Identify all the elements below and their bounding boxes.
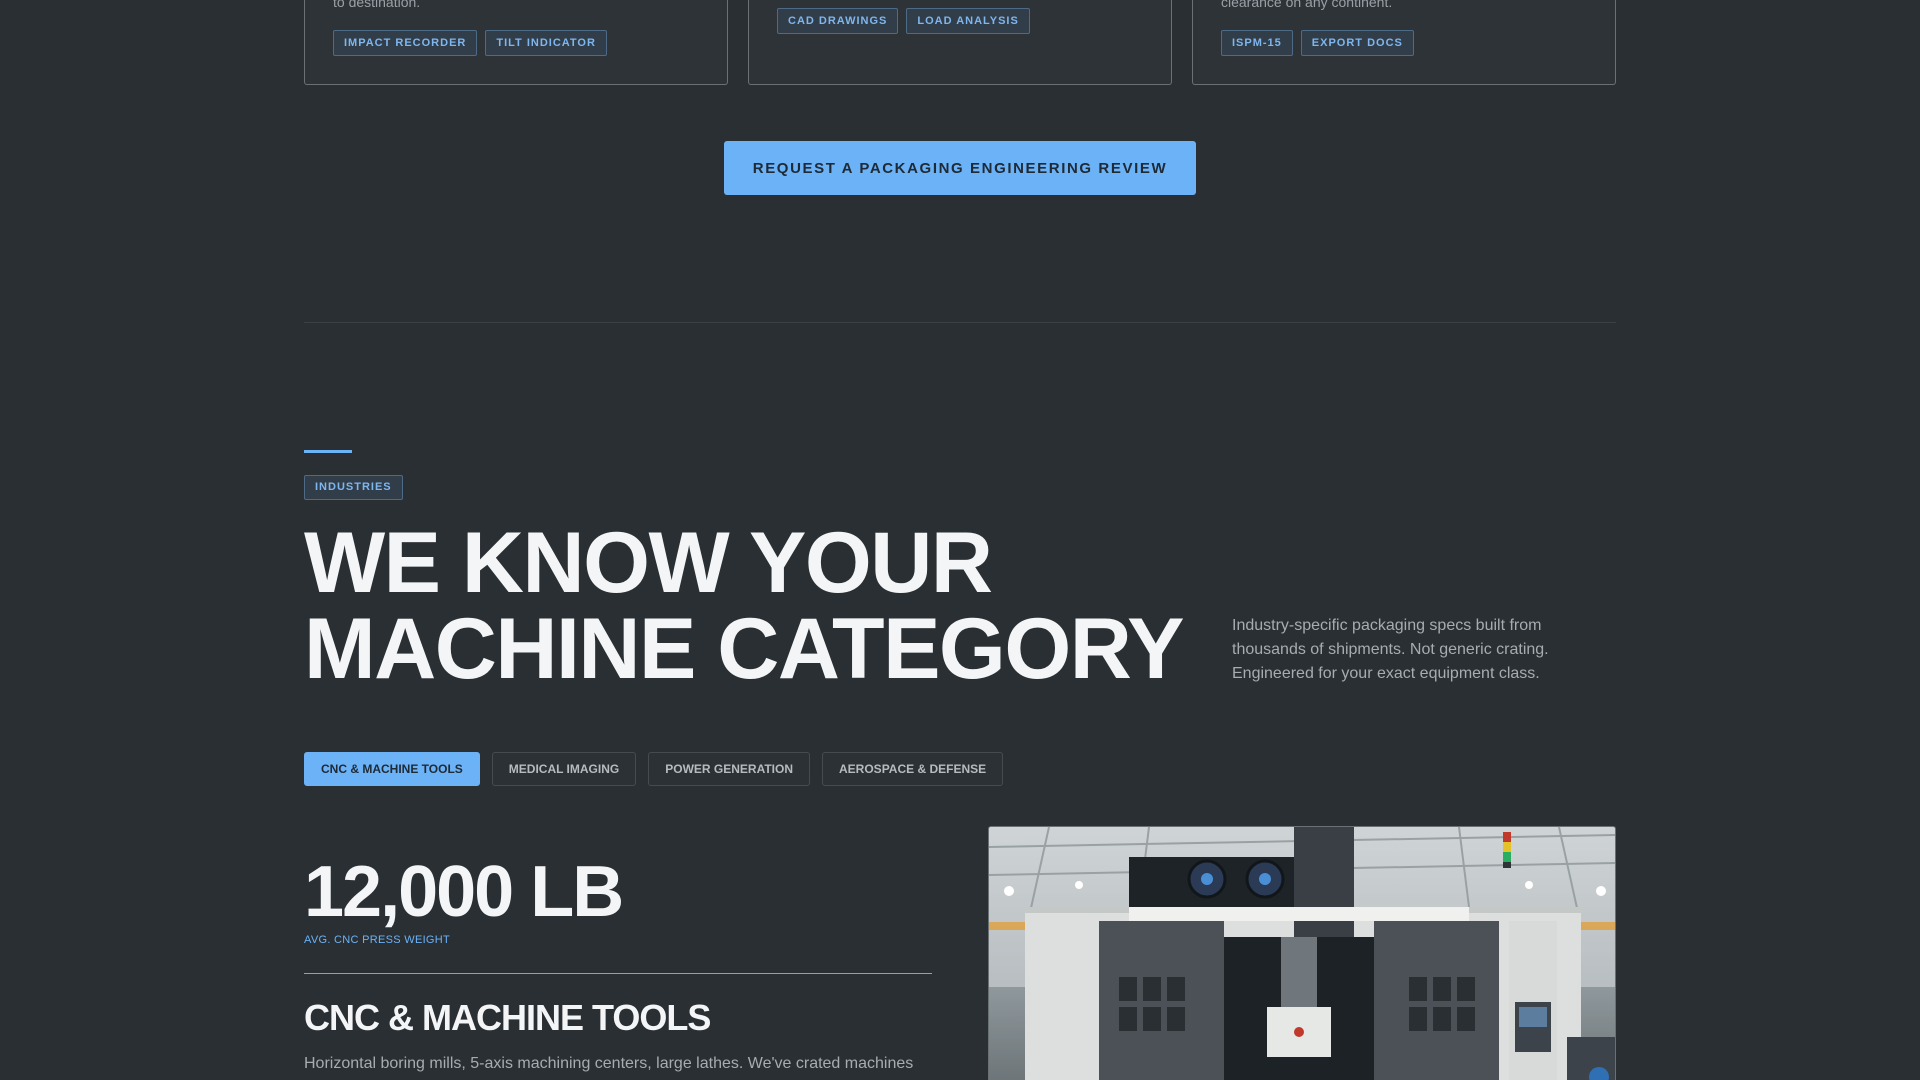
- feature-card-export: clearance on any continent. ISPM-15 EXPO…: [1192, 0, 1616, 85]
- tab-power-generation[interactable]: POWER GENERATION: [648, 752, 811, 786]
- tag-load-analysis: LOAD ANALYSIS: [906, 8, 1030, 34]
- headline-line-2: MACHINE CATEGORY: [304, 601, 1185, 697]
- panel-rule: [304, 973, 932, 974]
- cnc-machine-illustration: [989, 827, 1615, 1080]
- headline-line-1: WE KNOW YOUR: [304, 515, 993, 611]
- tag-export-docs: EXPORT DOCS: [1300, 30, 1414, 56]
- industries-intro: Industry-specific packaging specs built …: [1232, 617, 1549, 682]
- feature-cards: to destination. IMPACT RECORDER TILT IND…: [304, 0, 1616, 85]
- feature-card-monitoring: to destination. IMPACT RECORDER TILT IND…: [304, 0, 728, 85]
- industries-eyebrow: INDUSTRIES: [304, 475, 403, 500]
- request-review-button[interactable]: REQUEST A PACKAGING ENGINEERING REVIEW: [724, 141, 1196, 195]
- card-text: clearance on any continent.: [1221, 0, 1393, 10]
- tag-ispm-15: ISPM-15: [1221, 30, 1293, 56]
- card-tags: CAD DRAWINGS LOAD ANALYSIS: [777, 8, 1030, 34]
- section-divider: [304, 322, 1616, 323]
- feature-card-engineering: CAD DRAWINGS LOAD ANALYSIS: [748, 0, 1172, 85]
- tab-aerospace-defense[interactable]: AEROSPACE & DEFENSE: [822, 752, 1004, 786]
- card-text: to destination.: [333, 0, 421, 10]
- panel-description: Horizontal boring mills, 5-axis machinin…: [304, 1055, 914, 1072]
- stat-label: AVG. CNC PRESS WEIGHT: [304, 934, 451, 946]
- tag-impact-recorder: IMPACT RECORDER: [333, 30, 478, 56]
- industries-headline: WE KNOW YOUR MACHINE CATEGORY: [304, 520, 1264, 692]
- tab-cnc-machine-tools[interactable]: CNC & MACHINE TOOLS: [304, 752, 480, 786]
- page-wrapper: to destination. IMPACT RECORDER TILT IND…: [304, 0, 1616, 1080]
- card-tags: ISPM-15 EXPORT DOCS: [1221, 30, 1414, 56]
- card-tags: IMPACT RECORDER TILT INDICATOR: [333, 30, 607, 56]
- industry-tabs: CNC & MACHINE TOOLS MEDICAL IMAGING POWE…: [304, 752, 1004, 786]
- tab-medical-imaging[interactable]: MEDICAL IMAGING: [491, 752, 637, 786]
- cnc-machine-image: [988, 826, 1616, 1080]
- stat-value: 12,000 LB: [304, 852, 624, 932]
- tag-tilt-indicator: TILT INDICATOR: [485, 30, 607, 56]
- panel-title: CNC & MACHINE TOOLS: [304, 997, 711, 1038]
- accent-line: [304, 450, 352, 453]
- tag-cad-drawings: CAD DRAWINGS: [777, 8, 899, 34]
